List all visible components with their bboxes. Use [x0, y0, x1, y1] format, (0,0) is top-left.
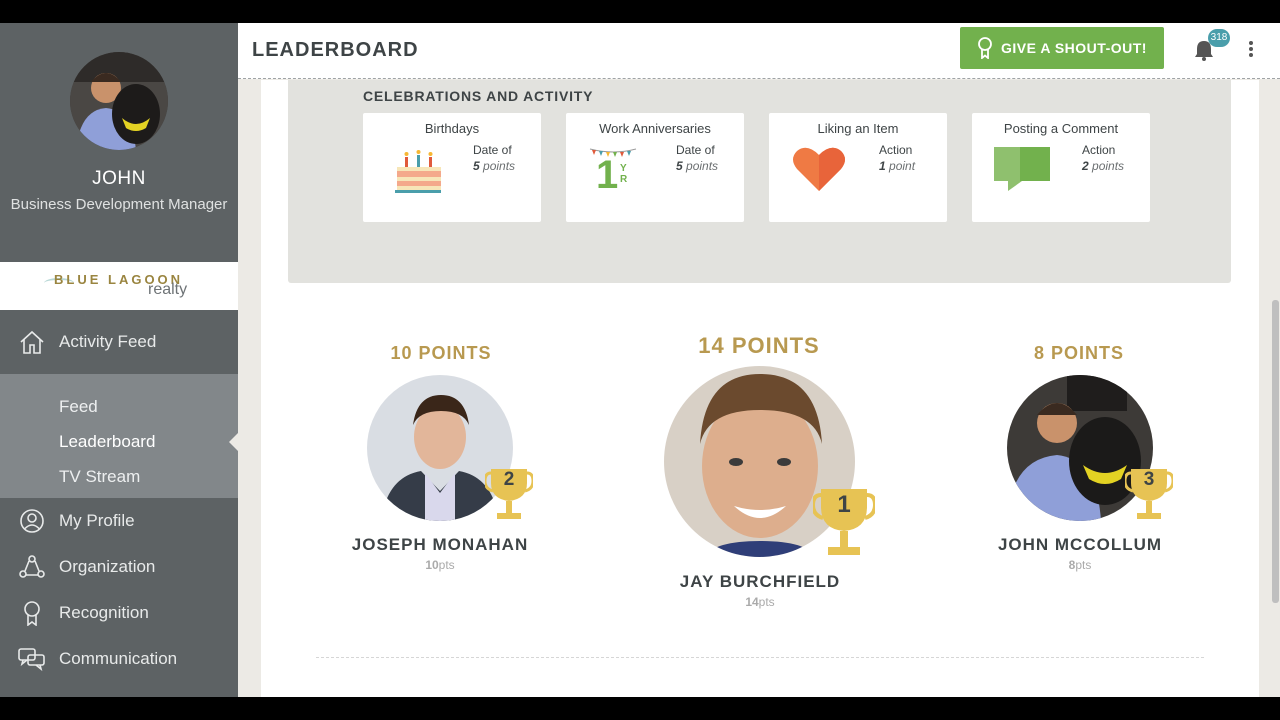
card-work-anniversaries: Work Anniversaries 1 YR Date of 5 points [566, 113, 744, 222]
card-title: Work Anniversaries [599, 121, 711, 136]
nav-organization[interactable]: Organization [0, 544, 238, 590]
user-circle-icon [18, 507, 46, 535]
user-profile[interactable]: JOHN Business Development Manager [0, 23, 238, 262]
more-options-icon[interactable] [1248, 39, 1254, 59]
trophy-icon: 2 [483, 465, 535, 523]
card-points: 2 points [1082, 159, 1124, 173]
points-value: 10 [425, 558, 439, 572]
logo-text-sub: realty [148, 281, 188, 298]
nav-label: Organization [59, 557, 156, 576]
section-divider [316, 657, 1204, 658]
leader-name[interactable]: JOHN MCCOLLUM [951, 535, 1209, 555]
points-unit: pts [438, 558, 455, 572]
subnav-feed[interactable]: Feed [0, 389, 238, 424]
user-title: Business Development Manager [10, 196, 228, 213]
leader-points: 10pts [311, 558, 569, 572]
leader-points-heading: 14 POINTS [698, 333, 820, 358]
trophy-icon: 1 [810, 485, 878, 560]
shoutout-label: GIVE A SHOUT-OUT! [1001, 40, 1147, 56]
award-ribbon-icon [18, 599, 46, 627]
leader-points: 14pts [631, 595, 889, 609]
card-label: Date of [676, 143, 715, 157]
comment-icon [994, 147, 1050, 191]
trophy-rank: 1 [837, 491, 851, 518]
points-unit: point [889, 159, 916, 173]
subnav-tv-stream[interactable]: TV Stream [0, 459, 238, 494]
nav-label: Communication [59, 649, 178, 668]
app-window: JOHN Business Development Manager BLUE L… [0, 23, 1280, 697]
nav-label: Recognition [59, 603, 149, 622]
card-label: Action [1082, 143, 1116, 157]
notification-count-badge[interactable]: 318 [1208, 29, 1230, 47]
points-value: 2 [1082, 159, 1089, 173]
points-unit: points [1092, 159, 1125, 173]
page-title: LEADERBOARD [252, 39, 419, 61]
birthday-cake-icon [395, 150, 441, 193]
card-liking-item: Liking an Item Action 1 point [769, 113, 947, 222]
organization-icon [18, 553, 46, 581]
main-content: CELEBRATIONS AND ACTIVITY Birthdays Date… [261, 80, 1259, 697]
points-unit: pts [1075, 558, 1092, 572]
nav-activity-feed[interactable]: Activity Feed [0, 310, 238, 374]
top-header: LEADERBOARD GIVE A SHOUT-OUT! 318 [238, 23, 1280, 79]
nav-my-profile[interactable]: My Profile [0, 498, 238, 544]
activity-subnav: Feed Leaderboard TV Stream [0, 374, 238, 498]
card-posting-comment: Posting a Comment Action 2 points [972, 113, 1150, 222]
card-title: Posting a Comment [1003, 121, 1119, 136]
trophy-icon: 3 [1123, 465, 1175, 523]
card-birthdays: Birthdays Date of 5 points [363, 113, 541, 222]
nav-label: My Profile [59, 511, 135, 530]
card-title: Liking an Item [817, 121, 899, 136]
give-shoutout-button[interactable]: GIVE A SHOUT-OUT! [960, 27, 1164, 69]
points-value: 5 [473, 159, 480, 173]
points-value: 5 [676, 159, 683, 173]
card-label: Date of [473, 143, 512, 157]
celebrations-title: CELEBRATIONS AND ACTIVITY [363, 88, 594, 104]
leader-points-heading: 8 POINTS [1033, 343, 1125, 363]
points-value: 14 [745, 595, 759, 609]
leader-points-heading: 10 POINTS [390, 343, 492, 363]
subnav-leaderboard[interactable]: Leaderboard [0, 424, 238, 459]
nav-label: Activity Feed [59, 332, 157, 351]
leader-name[interactable]: JOSEPH MONAHAN [311, 535, 569, 555]
nav-recognition[interactable]: Recognition [0, 590, 238, 636]
chat-bubbles-icon [18, 645, 46, 673]
company-logo[interactable]: BLUE LAGOON realty [0, 262, 238, 310]
leader-name[interactable]: JAY BURCHFIELD [631, 572, 889, 592]
card-points: 5 points [676, 159, 718, 173]
trophy-rank: 2 [503, 469, 515, 490]
celebrations-panel: CELEBRATIONS AND ACTIVITY Birthdays Date… [288, 80, 1231, 283]
anniversary-number: 1 [596, 153, 619, 197]
anniversary-unit: YR [620, 163, 628, 185]
points-unit: points [686, 159, 719, 173]
award-ribbon-icon [978, 37, 992, 59]
points-unit: points [483, 159, 516, 173]
user-name: JOHN [92, 168, 146, 189]
points-unit: pts [758, 595, 775, 609]
card-title: Birthdays [424, 121, 480, 136]
trophy-rank: 3 [1143, 469, 1155, 490]
card-label: Action [879, 143, 913, 157]
avatar[interactable] [70, 52, 168, 150]
sidebar: JOHN Business Development Manager BLUE L… [0, 23, 238, 697]
heart-icon [793, 147, 845, 191]
card-points: 1 point [879, 159, 915, 173]
points-value: 1 [879, 159, 886, 173]
nav-communication[interactable]: Communication [0, 636, 238, 682]
scrollbar[interactable] [1272, 300, 1279, 603]
home-icon [18, 328, 46, 356]
leader-points: 8pts [951, 558, 1209, 572]
card-points: 5 points [473, 159, 515, 173]
